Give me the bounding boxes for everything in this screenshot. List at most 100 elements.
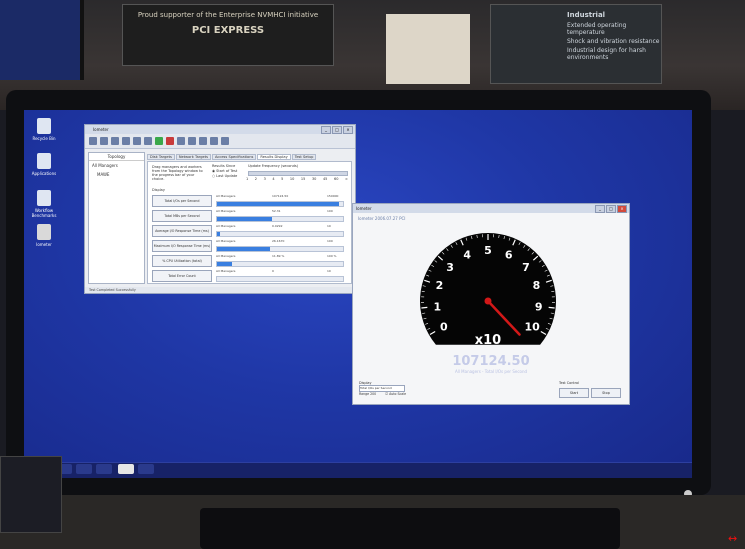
update-frequency-slider[interactable] [248,171,348,176]
auto-scale-checkbox[interactable]: ☑ Auto Scale [385,392,406,396]
poster-line: Shock and vibration resistance [567,38,660,45]
tick: 4 [272,177,275,181]
tick: 45 [322,177,328,181]
tick: 10 [289,177,295,181]
metric-select-button[interactable]: % CPU Utilization (total) [152,255,212,267]
stop-button[interactable]: Stop [591,388,621,398]
booth-standee [0,456,62,533]
window-controls: _ □ × [595,205,627,213]
poster-title: Industrial [567,11,606,19]
background-monitor [0,0,84,80]
gauge-readout-unit: All Managers - Total I/Os per Second [454,369,528,374]
tab-disk-targets[interactable]: Disk Targets [147,154,175,160]
minimize-button[interactable]: _ [595,205,605,213]
result-row: Total I/Os per Second All Managers 10712… [152,193,348,208]
network-worker-icon[interactable] [133,137,141,145]
needle-hub [484,297,492,305]
taskbar-button[interactable] [138,464,154,474]
metric-value: 52.31 [272,209,281,213]
progress-bar[interactable] [216,216,344,222]
stop-all-icon[interactable] [177,137,185,145]
gauge-window-titlebar[interactable]: Iometer [353,204,629,213]
display-label: Display [152,188,165,192]
update-frequency-label: Update Frequency (seconds) [248,164,299,168]
tab-network-targets[interactable]: Network Targets [175,154,211,160]
desktop-icon-label: Recycle Bin [32,136,56,141]
copy-worker-icon[interactable] [144,137,152,145]
help-icon[interactable] [221,137,229,145]
worker-label: All Managers [216,254,236,258]
worker-label: All Managers [216,194,236,198]
disk-worker-icon[interactable] [122,137,130,145]
metric-select-button[interactable]: Total MBs per Second [152,210,212,222]
taskbar-button[interactable] [96,464,112,474]
gauge-subtitle: Iometer 2006.07.27 PCI [358,216,406,221]
progress-bar[interactable] [216,276,344,282]
booth-poster-pci-express: Proud supporter of the Enterprise NVMHCI… [122,4,334,66]
new-worker-icon[interactable] [111,137,119,145]
desktop-icon-label: Workflow Benchmarks [31,208,57,218]
result-row: Maximum I/O Response Time (ms) All Manag… [152,238,348,253]
taskbar-button[interactable] [76,464,92,474]
toolbar [85,134,355,149]
exit-icon[interactable] [199,137,207,145]
window-titlebar[interactable]: Iometer [85,125,355,134]
metric-select-button[interactable]: Total I/Os per Second [152,195,212,207]
progress-bar[interactable] [216,246,344,252]
drag-hint: Drag managers and workers from the Topol… [152,165,203,181]
about-icon[interactable] [210,137,218,145]
gauge-window[interactable]: Iometer _ □ × Iometer 2006.07.27 PCI 0 1 234… [352,203,630,405]
dial-number: 9 [535,300,543,313]
iometer-main-window[interactable]: Iometer _ □ × Topology All Managers MAWE D… [84,124,359,294]
status-bar: Test Completed Successfully [85,287,359,293]
start-icon[interactable] [155,137,163,145]
poster-line: Extended operating temperature [567,22,627,36]
topology-tree[interactable]: Topology All Managers MAWE [88,152,145,284]
close-button[interactable]: × [617,205,627,213]
stop-icon[interactable] [166,137,174,145]
maximize-button[interactable]: □ [606,205,616,213]
tree-node-manager[interactable]: MAWE [89,170,144,179]
save-icon[interactable] [100,137,108,145]
metric-select-button[interactable]: Total Error Count [152,270,212,282]
desktop-icon-workflow-benchmarks[interactable]: Workflow Benchmarks [24,190,64,218]
desktop-icon-recycle-bin[interactable]: Recycle Bin [24,118,64,141]
metric-select-button[interactable]: Maximum I/O Response Time (ms) [152,240,212,252]
close-button[interactable]: × [343,126,353,134]
gauge-range-row: Range 200 ☑ Auto Scale [359,392,406,396]
minimize-button[interactable]: _ [321,126,331,134]
metric-value: 26.1670 [272,239,285,243]
worker-label: All Managers [216,209,236,213]
reset-icon[interactable] [188,137,196,145]
maximize-button[interactable]: □ [332,126,342,134]
gauge-metric-select[interactable]: Total I/Os per Second [359,385,405,392]
dial-number: 10 [525,321,541,334]
radio-last-update[interactable]: ○ Last Update [212,174,237,178]
tree-node-all-managers[interactable]: All Managers [89,161,144,170]
tab-results-display[interactable]: Results Display [257,154,291,160]
dial-number: 2 [436,279,444,292]
desktop-icon-label: Iometer [36,242,52,247]
dial-number: 3 [446,261,454,274]
tab-test-setup[interactable]: Test Setup [291,154,317,160]
result-row: Total Error Count All Managers 0 10 [152,268,348,283]
tick: 3 [263,177,266,181]
progress-bar[interactable] [216,261,344,267]
window-title: Iometer [93,127,109,132]
metric-select-button[interactable]: Average I/O Response Time (ms) [152,225,212,237]
progress-bar[interactable] [216,201,344,207]
desktop-icon-iometer[interactable]: Iometer [24,224,64,247]
dial-multiplier: x10 [475,333,501,348]
desktop-icon-applications[interactable]: Applications [24,153,64,176]
progress-bar[interactable] [216,231,344,237]
dial-tick [421,306,428,309]
radio-start-of-test[interactable]: ◉ Start of Test [212,169,237,173]
taskbar-button-iometer[interactable] [118,464,134,474]
auto-scale-label: Auto Scale [389,392,407,396]
window-controls: _ □ × [321,126,353,134]
results-display-panel: Drag managers and workers from the Topol… [147,161,352,284]
range-label: Range 200 [359,392,377,396]
open-icon[interactable] [89,137,97,145]
tab-access-specifications[interactable]: Access Specifications [212,154,257,160]
start-button[interactable]: Start [559,388,589,398]
